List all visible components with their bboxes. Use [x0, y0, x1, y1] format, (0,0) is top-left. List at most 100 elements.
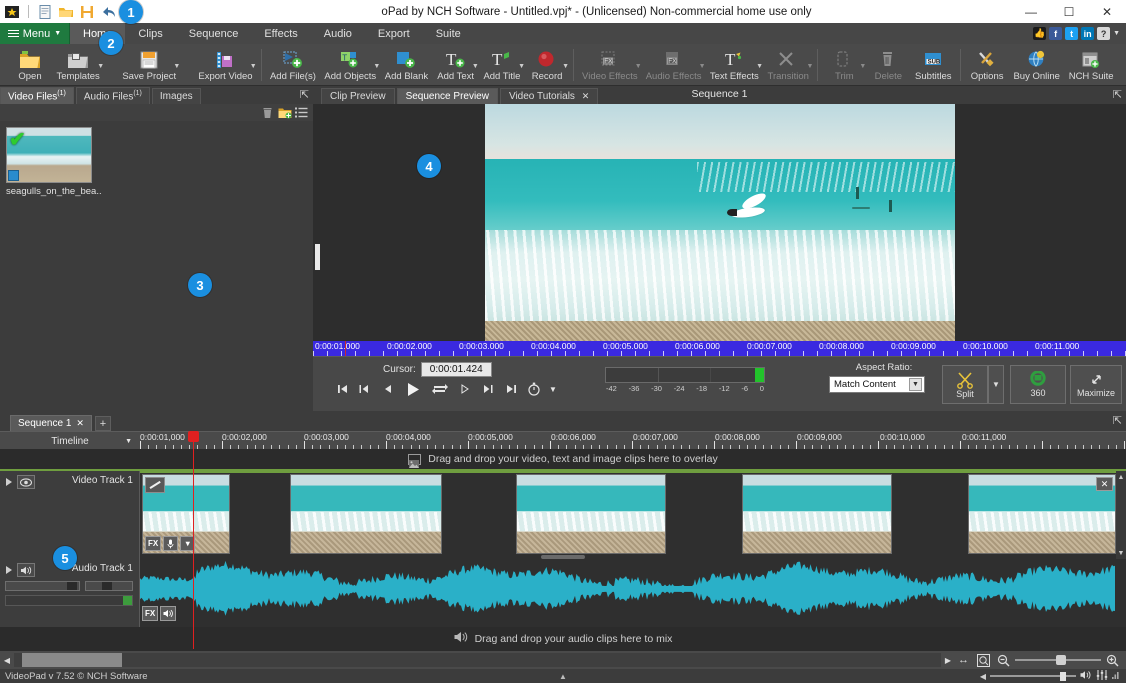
- maximize-button[interactable]: ☐: [1050, 0, 1088, 23]
- scroll-up-icon[interactable]: ▲: [1117, 473, 1125, 481]
- chevron-down-icon[interactable]: ▼: [909, 378, 922, 391]
- chevron-down-icon[interactable]: ▼: [125, 438, 132, 445]
- sequence-tab[interactable]: Sequence 1 ✕: [10, 415, 92, 431]
- ribbon-add-objects-button[interactable]: T Add Objects ▼: [320, 44, 380, 86]
- new-project-icon[interactable]: [37, 4, 53, 20]
- video-clip[interactable]: [516, 474, 666, 554]
- preview-playhead[interactable]: [345, 341, 346, 356]
- chevron-down-icon[interactable]: ▼: [562, 63, 569, 70]
- undo-icon[interactable]: [100, 4, 116, 20]
- volume-down-icon[interactable]: ◀: [980, 672, 986, 681]
- tab-sequence-preview[interactable]: Sequence Preview: [397, 88, 498, 104]
- ribbon-buy-online-button[interactable]: Buy Online: [1009, 44, 1064, 86]
- fit-width-icon[interactable]: ↔: [955, 652, 972, 668]
- loop-button[interactable]: [427, 379, 453, 399]
- zoom-out-icon[interactable]: [995, 652, 1012, 668]
- playhead-handle[interactable]: [188, 431, 199, 442]
- ribbon-add-files-button[interactable]: Add File(s): [266, 44, 321, 86]
- zoom-slider[interactable]: [1015, 653, 1101, 667]
- master-volume-slider[interactable]: [990, 671, 1076, 681]
- overlay-drop-zone[interactable]: Drag and drop your video, text and image…: [0, 449, 1126, 471]
- preview-handle[interactable]: [315, 244, 320, 270]
- next-clip-button[interactable]: [477, 379, 499, 399]
- tab-suite[interactable]: Suite: [423, 23, 474, 44]
- ribbon-nch-suite-button[interactable]: NCH Suite: [1064, 44, 1118, 86]
- play-button[interactable]: [400, 379, 426, 399]
- prev-clip-button[interactable]: [354, 379, 376, 399]
- ribbon-templates-button[interactable]: Templates ▼: [52, 44, 104, 86]
- chevron-down-icon[interactable]: ▼: [806, 63, 813, 70]
- chevron-down-icon[interactable]: ▼: [373, 63, 380, 70]
- close-button[interactable]: ✕: [1088, 0, 1126, 23]
- popout-icon[interactable]: ⇱: [300, 88, 309, 101]
- timeline-mode-selector[interactable]: Timeline ▼: [0, 432, 140, 450]
- ribbon-subtitles-button[interactable]: SUB Subtitles: [910, 44, 956, 86]
- video-track-toggle-button[interactable]: [17, 475, 35, 489]
- chevron-down-icon[interactable]: ▼: [518, 63, 525, 70]
- audio-track-mute-button[interactable]: [17, 563, 35, 577]
- timeline-hscrollbar[interactable]: [14, 653, 941, 667]
- jump-end-button[interactable]: [500, 379, 522, 399]
- tab-sequence[interactable]: Sequence: [176, 23, 252, 44]
- list-view-icon[interactable]: [294, 105, 309, 120]
- ribbon-save-project-button[interactable]: Save Project ▼: [118, 44, 180, 86]
- scrollbar-thumb[interactable]: [22, 653, 122, 667]
- thumbs-up-icon[interactable]: 👍: [1033, 27, 1046, 40]
- save-project-icon[interactable]: [79, 4, 95, 20]
- clip-mic-button[interactable]: [163, 536, 178, 551]
- ribbon-text-effects-button[interactable]: T Text Effects ▼: [706, 44, 763, 86]
- ribbon-add-blank-button[interactable]: Add Blank: [380, 44, 432, 86]
- jump-start-button[interactable]: [331, 379, 353, 399]
- ribbon-record-button[interactable]: Record ▼: [525, 44, 569, 86]
- bin-tab-video-files[interactable]: Video Files(1): [0, 87, 74, 104]
- chevron-down-icon[interactable]: ▼: [1113, 30, 1120, 37]
- playhead[interactable]: [193, 431, 194, 649]
- popout-icon[interactable]: ⇱: [1113, 414, 1122, 427]
- close-icon[interactable]: ✕: [582, 91, 590, 101]
- step-forward-button[interactable]: [454, 379, 476, 399]
- audio-drop-zone[interactable]: Drag and drop your audio clips here to m…: [0, 627, 1126, 651]
- minimize-button[interactable]: —: [1012, 0, 1050, 23]
- chevron-down-icon[interactable]: ▼: [173, 63, 180, 70]
- bin-item-thumbnail[interactable]: ✔: [6, 127, 92, 183]
- facebook-icon[interactable]: f: [1049, 27, 1062, 40]
- zoom-in-icon[interactable]: [1104, 652, 1121, 668]
- video-clip[interactable]: ✕: [968, 474, 1116, 554]
- video-track-scrollbar[interactable]: ▲ ▼: [1116, 471, 1126, 559]
- chevron-down-icon[interactable]: ▼: [250, 63, 257, 70]
- split-button[interactable]: Split: [942, 365, 988, 404]
- ribbon-transition-button[interactable]: Transition ▼: [763, 44, 813, 86]
- scroll-right-icon[interactable]: ▶: [941, 651, 955, 669]
- open-project-icon[interactable]: [58, 4, 74, 20]
- audio-fx-button[interactable]: FX: [142, 606, 158, 621]
- help-icon[interactable]: ?: [1097, 27, 1110, 40]
- expand-arrow-icon[interactable]: [6, 566, 12, 574]
- btn-360[interactable]: 360: [1010, 365, 1066, 404]
- timer-button[interactable]: [523, 379, 545, 399]
- chevron-down-icon[interactable]: ▼: [756, 63, 763, 70]
- preview-ruler[interactable]: 0:00:01.000 0:00:02.000 0:00:03.000 0:00…: [313, 341, 1126, 356]
- ribbon-open-button[interactable]: Open: [8, 44, 52, 86]
- audio-waveform[interactable]: FX: [140, 559, 1116, 627]
- video-clip[interactable]: [742, 474, 892, 554]
- status-expand-icon[interactable]: ▲: [0, 672, 1126, 681]
- chevron-down-icon[interactable]: ▼: [859, 63, 866, 70]
- tab-video-tutorials[interactable]: Video Tutorials ✕: [500, 88, 598, 104]
- clip-fx-button[interactable]: FX: [145, 536, 161, 551]
- clip-close-button[interactable]: ✕: [1096, 477, 1113, 491]
- chevron-down-icon[interactable]: ▼: [97, 63, 104, 70]
- trash-icon[interactable]: [260, 105, 275, 120]
- aspect-ratio-select[interactable]: Match Content ▼: [829, 376, 925, 393]
- transport-dropdown-button[interactable]: ▼: [546, 379, 560, 399]
- bin-tab-images[interactable]: Images: [152, 88, 201, 104]
- video-clip[interactable]: FX ▾: [142, 474, 230, 554]
- ribbon-add-text-button[interactable]: T Add Text ▼: [433, 44, 479, 86]
- volume-icon[interactable]: [1080, 670, 1092, 683]
- chevron-down-icon[interactable]: ▼: [472, 63, 479, 70]
- close-icon[interactable]: ✕: [76, 418, 84, 429]
- split-dropdown-button[interactable]: ▼: [988, 365, 1004, 404]
- linkedin-icon[interactable]: in: [1081, 27, 1094, 40]
- chevron-down-icon[interactable]: ▼: [635, 63, 642, 70]
- video-clip[interactable]: [290, 474, 442, 554]
- bin-item[interactable]: ✔ seagulls_on_the_bea...: [6, 127, 92, 197]
